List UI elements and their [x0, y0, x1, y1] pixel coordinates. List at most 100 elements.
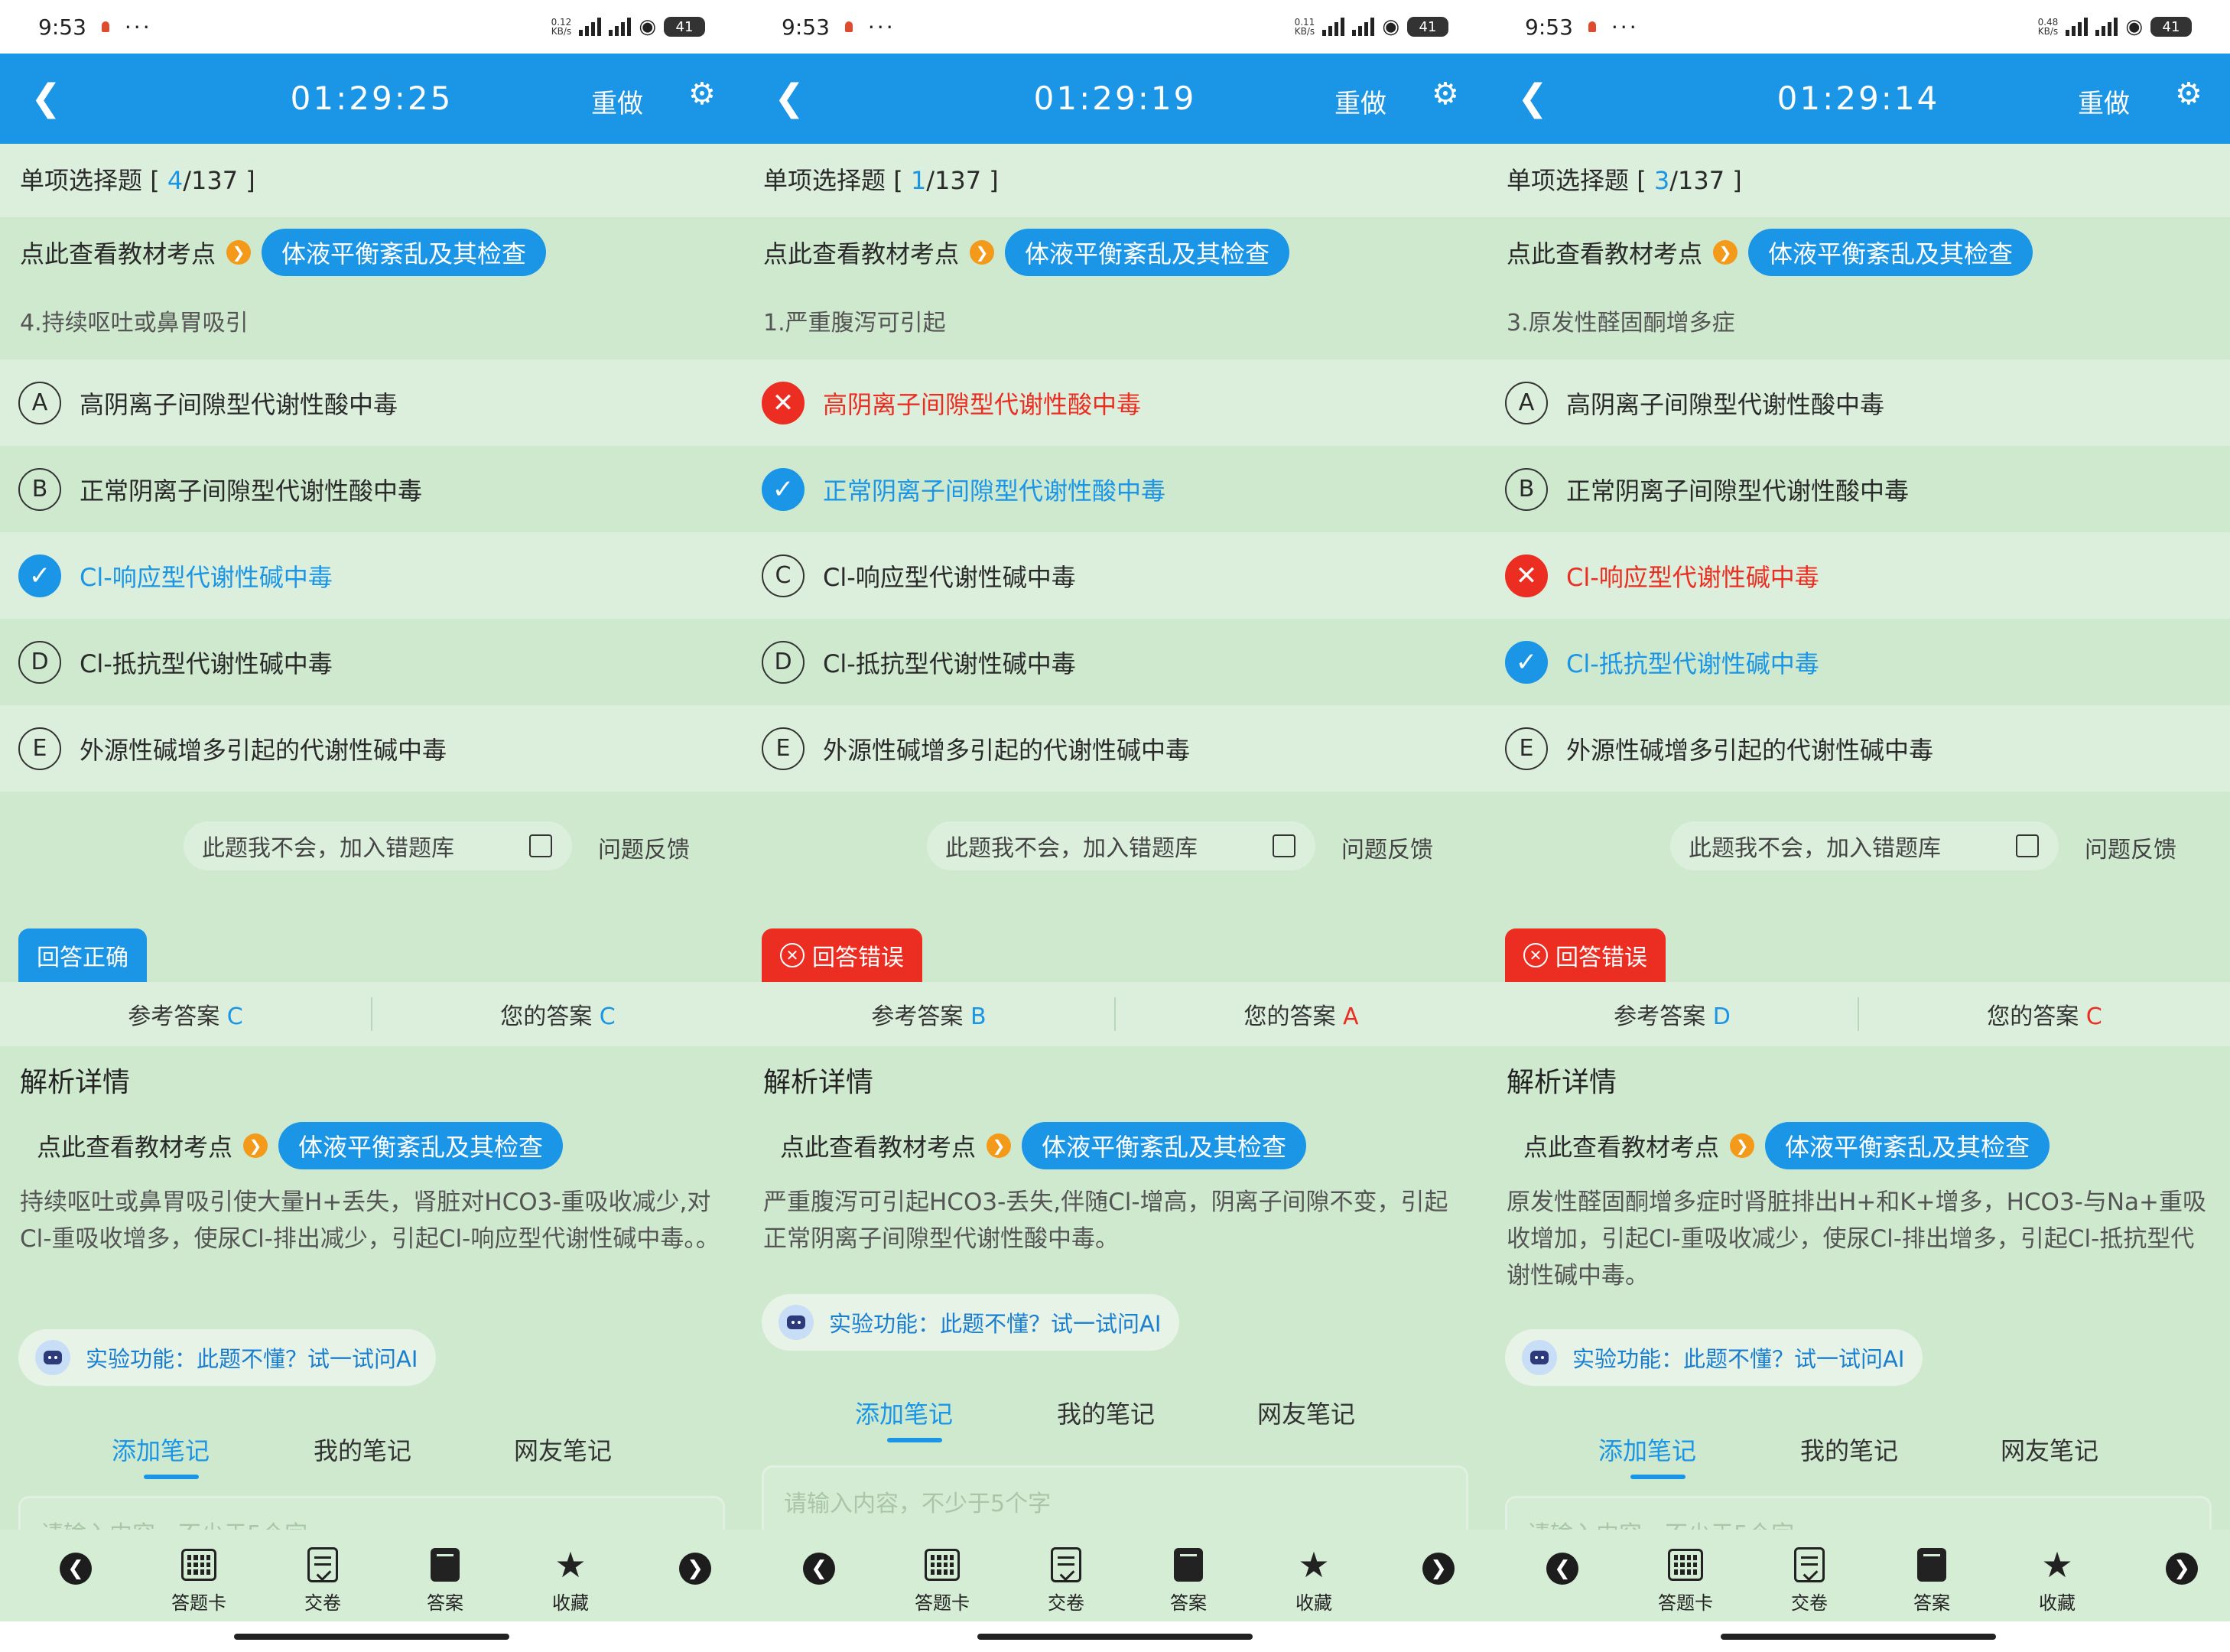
add-to-wrong-book[interactable]: 此题我不会，加入错题库 [1670, 821, 2059, 870]
answer-label: 答案 [1170, 1592, 1207, 1614]
prev-question-icon[interactable]: ❮ [1546, 1553, 1578, 1585]
ask-ai-label: 实验功能：此题不懂？试一试问AI [1572, 1346, 1905, 1372]
redo-button[interactable]: 重做 [591, 83, 643, 120]
tab-add-note[interactable]: 添加笔记 [855, 1395, 953, 1430]
ask-ai-button[interactable]: 实验功能：此题不懂？试一试问AI [1505, 1329, 1923, 1386]
option-b[interactable]: B 正常阴离子间隙型代谢性酸中毒 [1487, 446, 2230, 532]
tab-my-notes[interactable]: 我的笔记 [1057, 1395, 1155, 1430]
answer-button[interactable]: 答案 [1894, 1545, 1970, 1615]
tab-peer-notes[interactable]: 网友笔记 [1257, 1395, 1355, 1430]
add-to-wrong-book[interactable]: 此题我不会，加入错题库 [927, 821, 1315, 870]
answer-button[interactable]: 答案 [407, 1545, 483, 1615]
ask-ai-button[interactable]: 实验功能：此题不懂？试一试问AI [762, 1294, 1180, 1351]
option-letter: E [18, 727, 61, 770]
analysis-title: 解析详情 [1507, 1067, 1617, 1098]
option-c[interactable]: C Cl-响应型代谢性碱中毒 [743, 532, 1487, 619]
option-b[interactable]: ✓ 正常阴离子间隙型代谢性酸中毒 [743, 446, 1487, 532]
knowledge-point-topic[interactable]: 体液平衡紊乱及其检查 [1005, 229, 1290, 276]
ask-ai-button[interactable]: 实验功能：此题不懂？试一试问AI [18, 1329, 437, 1386]
gear-icon[interactable]: ⚙ [688, 76, 716, 112]
more-notifications-icon: ··· [1611, 14, 1639, 40]
option-e[interactable]: E 外源性碱增多引起的代谢性碱中毒 [1487, 705, 2230, 792]
option-b[interactable]: B 正常阴离子间隙型代谢性酸中毒 [0, 446, 743, 532]
answer-button[interactable]: 答案 [1150, 1545, 1227, 1615]
option-d[interactable]: D Cl-抵抗型代谢性碱中毒 [743, 619, 1487, 705]
answer-card-button[interactable]: 答题卡 [1647, 1545, 1724, 1615]
status-bar: 9:53 ··· 0.11 KB/s ◉ 41 [743, 0, 1487, 54]
add-to-wrong-book-checkbox[interactable] [2016, 834, 2039, 857]
question-index-total: /137 ] [926, 166, 999, 195]
feedback-link[interactable]: 问题反馈 [2085, 831, 2176, 864]
question-index-current: 4 [167, 166, 184, 195]
knowledge-point-topic[interactable]: 体液平衡紊乱及其检查 [278, 1122, 564, 1169]
option-c[interactable]: ✓ Cl-响应型代谢性碱中毒 [0, 532, 743, 619]
redo-button[interactable]: 重做 [1334, 83, 1386, 120]
add-to-wrong-book[interactable]: 此题我不会，加入错题库 [184, 821, 572, 870]
analysis-knowledge-point-link[interactable]: 点此查看教材考点 ❯ 体液平衡紊乱及其检查 [1523, 1122, 2050, 1169]
home-indicator[interactable] [1487, 1621, 2230, 1652]
tab-my-notes[interactable]: 我的笔记 [314, 1432, 411, 1467]
feedback-link[interactable]: 问题反馈 [598, 831, 690, 864]
app-bar: ❮ 01:29:14 重做 ⚙ [1487, 54, 2230, 144]
submit-button[interactable]: 交卷 [1771, 1545, 1848, 1615]
your-answer-value: C [2085, 1003, 2102, 1030]
redo-button[interactable]: 重做 [2078, 83, 2130, 120]
add-to-wrong-book-checkbox[interactable] [1273, 834, 1295, 857]
reference-answer: 参考答案 C [0, 997, 371, 1031]
tab-add-note[interactable]: 添加笔记 [1598, 1432, 1696, 1467]
tab-my-notes[interactable]: 我的笔记 [1800, 1432, 1898, 1467]
submit-button[interactable]: 交卷 [284, 1545, 361, 1615]
chevron-right-circle-icon: ❯ [970, 240, 995, 265]
option-d[interactable]: ✓ Cl-抵抗型代谢性碱中毒 [1487, 619, 2230, 705]
answers-row: 参考答案 B 您的答案 A [743, 982, 1487, 1046]
analysis-knowledge-point-link[interactable]: 点此查看教材考点 ❯ 体液平衡紊乱及其检查 [780, 1122, 1307, 1169]
note-tabs: 添加笔记 我的笔记 网友笔记 [743, 1384, 1487, 1446]
ask-ai-label: 实验功能：此题不懂？试一试问AI [829, 1311, 1162, 1337]
favorite-button[interactable]: ★ 收藏 [1276, 1544, 1352, 1615]
gear-icon[interactable]: ⚙ [1432, 76, 1459, 112]
wifi-icon: ◉ [639, 15, 656, 38]
knowledge-point-label: 点此查看教材考点 [1507, 239, 1703, 268]
option-a[interactable]: ✕ 高阴离子间隙型代谢性酸中毒 [743, 359, 1487, 446]
next-question-icon[interactable]: ❯ [2166, 1553, 2198, 1585]
prev-question-icon[interactable]: ❮ [803, 1553, 835, 1585]
close-circle-icon: ✕ [780, 943, 805, 967]
chevron-right-circle-icon: ❯ [1713, 240, 1738, 265]
answer-card-button[interactable]: 答题卡 [161, 1545, 237, 1615]
option-e[interactable]: E 外源性碱增多引起的代谢性碱中毒 [743, 705, 1487, 792]
home-indicator[interactable] [0, 1621, 743, 1652]
feedback-link[interactable]: 问题反馈 [1341, 831, 1433, 864]
note-tabs: 添加笔记 我的笔记 网友笔记 [1487, 1421, 2230, 1482]
option-e[interactable]: E 外源性碱增多引起的代谢性碱中毒 [0, 705, 743, 792]
tab-add-note[interactable]: 添加笔记 [112, 1432, 210, 1467]
knowledge-point-link[interactable]: 点此查看教材考点 ❯ 体液平衡紊乱及其检查 [0, 217, 547, 288]
submit-button[interactable]: 交卷 [1028, 1545, 1104, 1615]
favorite-button[interactable]: ★ 收藏 [532, 1544, 609, 1615]
option-a[interactable]: A 高阴离子间隙型代谢性酸中毒 [1487, 359, 2230, 446]
home-indicator[interactable] [743, 1621, 1487, 1652]
next-question-icon[interactable]: ❯ [679, 1553, 711, 1585]
favorite-button[interactable]: ★ 收藏 [2019, 1544, 2095, 1615]
knowledge-point-topic[interactable]: 体液平衡紊乱及其检查 [1765, 1122, 2050, 1169]
knowledge-point-topic[interactable]: 体液平衡紊乱及其检查 [1748, 229, 2033, 276]
option-letter: C [762, 554, 805, 597]
answer-card-button[interactable]: 答题卡 [904, 1545, 980, 1615]
option-c[interactable]: ✕ Cl-响应型代谢性碱中毒 [1487, 532, 2230, 619]
option-a[interactable]: A 高阴离子间隙型代谢性酸中毒 [0, 359, 743, 446]
option-d[interactable]: D Cl-抵抗型代谢性碱中毒 [0, 619, 743, 705]
next-question-icon[interactable]: ❯ [1422, 1553, 1455, 1585]
book-icon [431, 1548, 460, 1582]
knowledge-point-topic[interactable]: 体液平衡紊乱及其检查 [1022, 1122, 1307, 1169]
tab-peer-notes[interactable]: 网友笔记 [2001, 1432, 2098, 1467]
your-answer: 您的答案 C [372, 997, 743, 1031]
analysis-knowledge-point-link[interactable]: 点此查看教材考点 ❯ 体液平衡紊乱及其检查 [37, 1122, 564, 1169]
gear-icon[interactable]: ⚙ [2175, 76, 2202, 112]
knowledge-point-link[interactable]: 点此查看教材考点 ❯ 体液平衡紊乱及其检查 [1487, 217, 2033, 288]
tab-peer-notes[interactable]: 网友笔记 [514, 1432, 612, 1467]
add-to-wrong-book-checkbox[interactable] [529, 834, 552, 857]
knowledge-point-topic[interactable]: 体液平衡紊乱及其检查 [262, 229, 547, 276]
battery-icon: 41 [664, 17, 705, 37]
prev-question-icon[interactable]: ❮ [60, 1553, 92, 1585]
knowledge-point-link[interactable]: 点此查看教材考点 ❯ 体液平衡紊乱及其检查 [743, 217, 1290, 288]
your-answer-label: 您的答案 [1243, 1003, 1336, 1030]
